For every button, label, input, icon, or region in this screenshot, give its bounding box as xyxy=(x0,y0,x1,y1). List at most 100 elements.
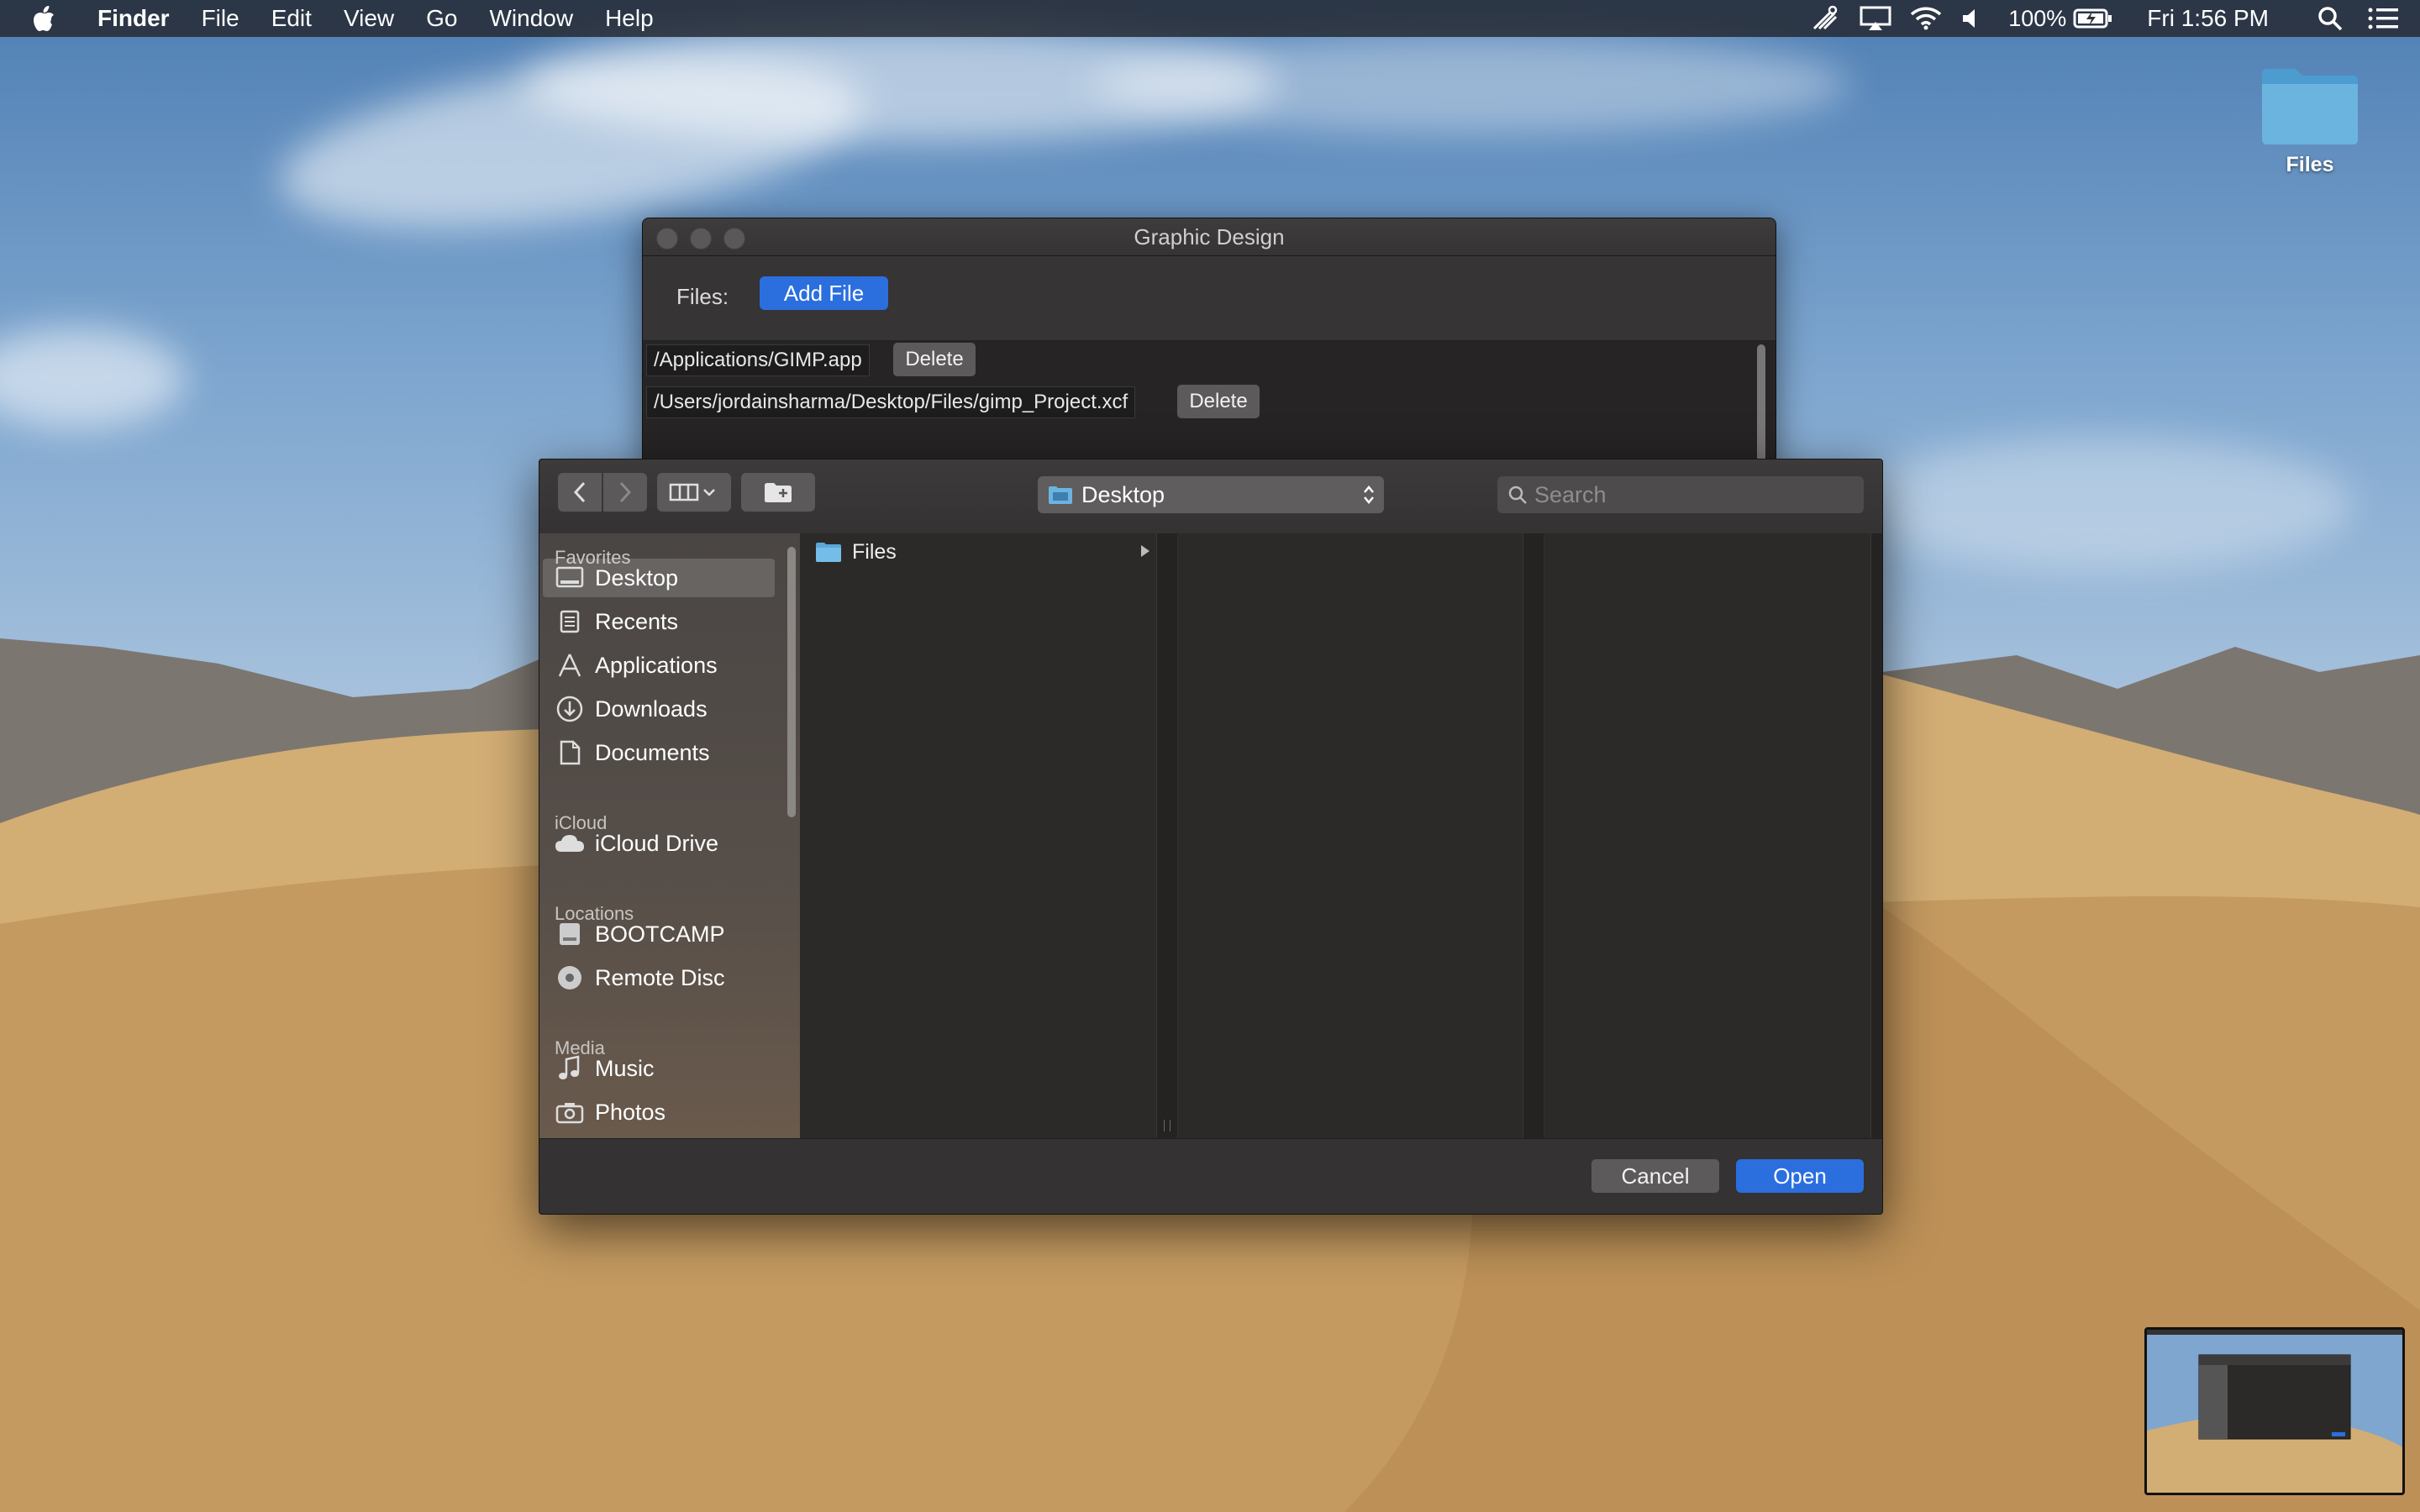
sidebar-scroll-thumb[interactable] xyxy=(787,547,796,817)
sync-status-icon[interactable] xyxy=(1808,5,1842,32)
sidebar-item-remote-disc[interactable]: Remote Disc xyxy=(543,958,775,997)
menu-bar: Finder File Edit View Go Window Help 100… xyxy=(0,0,2420,37)
sidebar-item-label: iCloud Drive xyxy=(595,830,719,856)
minimize-window-button[interactable] xyxy=(690,228,712,249)
volume-icon[interactable] xyxy=(1958,8,1983,29)
desktop-icon xyxy=(555,563,585,593)
window-titlebar: Graphic Design xyxy=(643,218,1776,256)
files-label: Files: xyxy=(676,284,729,309)
sidebar-item-downloads[interactable]: Downloads xyxy=(543,690,775,728)
spotlight-search-icon[interactable] xyxy=(2317,6,2343,31)
column-divider xyxy=(1871,533,1882,1138)
sidebar-item-photos[interactable]: Photos xyxy=(543,1093,775,1131)
downloads-icon xyxy=(555,694,585,724)
column-item-label: Files xyxy=(852,539,897,564)
open-file-dialog: Desktop Favorites Desktop Recents Applic… xyxy=(539,459,1883,1215)
desktop-folder-icon xyxy=(1048,485,1073,505)
cloud-icon xyxy=(555,828,585,858)
sidebar-item-label: BOOTCAMP xyxy=(595,921,725,947)
sidebar-item-applications[interactable]: Applications xyxy=(543,646,775,685)
new-folder-button[interactable] xyxy=(741,473,815,512)
sidebar-item-label: Remote Disc xyxy=(595,964,725,990)
resize-grip-icon xyxy=(1164,1120,1171,1131)
thumbnail-preview-image xyxy=(2147,1330,2402,1493)
sidebar-item-label: Documents xyxy=(595,739,710,765)
dialog-sidebar: Favorites Desktop Recents Applications D… xyxy=(539,533,800,1138)
camera-icon xyxy=(555,1097,585,1127)
apple-menu-icon[interactable] xyxy=(34,6,55,31)
search-field[interactable] xyxy=(1497,476,1864,513)
cancel-button[interactable]: Cancel xyxy=(1591,1159,1719,1193)
sidebar-item-label: Downloads xyxy=(595,696,708,722)
sidebar-item-label: Music xyxy=(595,1055,655,1081)
zoom-window-button[interactable] xyxy=(723,228,745,249)
location-popup[interactable]: Desktop xyxy=(1038,476,1384,513)
disclosure-arrow-icon xyxy=(1139,543,1151,559)
column-resize-handle[interactable] xyxy=(1157,533,1177,1138)
column-divider xyxy=(1523,533,1544,1138)
sidebar-item-label: Applications xyxy=(595,652,718,678)
column-item-files[interactable]: Files xyxy=(807,535,1151,569)
browser-column-3[interactable] xyxy=(1544,533,1871,1138)
disc-icon xyxy=(555,963,585,993)
graphic-design-window: Graphic Design Files: Add File /Applicat… xyxy=(642,218,1776,471)
menu-view[interactable]: View xyxy=(344,5,394,32)
folder-icon xyxy=(2259,66,2361,146)
sidebar-scrollbar[interactable] xyxy=(782,540,799,1138)
sidebar-item-bootcamp[interactable]: BOOTCAMP xyxy=(543,915,775,953)
sidebar-item-label: Recents xyxy=(595,608,679,634)
file-list: /Applications/GIMP.app Delete /Users/jor… xyxy=(643,341,1776,470)
menu-app-name[interactable]: Finder xyxy=(97,5,170,32)
screenshot-thumbnail[interactable] xyxy=(2144,1327,2405,1495)
file-list-scrollbar[interactable] xyxy=(1757,344,1765,470)
sidebar-item-desktop[interactable]: Desktop xyxy=(543,559,775,597)
new-folder-icon xyxy=(765,483,792,502)
dialog-toolbar: Desktop xyxy=(539,459,1882,534)
sidebar-item-icloud-drive[interactable]: iCloud Drive xyxy=(543,824,775,863)
close-window-button[interactable] xyxy=(656,228,678,249)
columns-view-icon xyxy=(669,483,715,501)
files-toolbar: Files: Add File xyxy=(643,256,1776,341)
menu-clock[interactable]: Fri 1:56 PM xyxy=(2147,5,2269,32)
airplay-icon[interactable] xyxy=(1859,6,1892,31)
sidebar-item-recents[interactable]: Recents xyxy=(543,602,775,641)
up-down-chevron-icon xyxy=(1362,484,1376,506)
add-file-button[interactable]: Add File xyxy=(760,276,888,310)
dialog-footer: Cancel Open xyxy=(539,1138,1882,1214)
sidebar-item-documents[interactable]: Documents xyxy=(543,733,775,772)
music-icon xyxy=(555,1053,585,1084)
menu-window[interactable]: Window xyxy=(489,5,573,32)
folder-icon xyxy=(815,541,842,563)
documents-icon xyxy=(555,738,585,768)
browser-column-2[interactable] xyxy=(1178,533,1523,1138)
sidebar-item-label: Desktop xyxy=(595,564,679,591)
sidebar-item-label: Photos xyxy=(595,1099,666,1125)
chevron-left-icon xyxy=(573,481,586,503)
menu-edit[interactable]: Edit xyxy=(271,5,312,32)
open-button[interactable]: Open xyxy=(1736,1159,1864,1193)
file-path: /Applications/GIMP.app xyxy=(646,344,870,376)
search-icon xyxy=(1507,485,1528,505)
wifi-icon[interactable] xyxy=(1909,7,1943,30)
forward-button[interactable] xyxy=(603,473,647,512)
delete-button[interactable]: Delete xyxy=(893,343,976,376)
chevron-right-icon xyxy=(619,481,632,503)
applications-icon xyxy=(555,650,585,680)
sidebar-item-music[interactable]: Music xyxy=(543,1049,775,1088)
battery-percent: 100% xyxy=(2008,5,2067,31)
menu-help[interactable]: Help xyxy=(605,5,654,32)
desktop-icon-files[interactable]: Files xyxy=(2254,59,2366,177)
file-path: /Users/jordainsharma/Desktop/Files/gimp_… xyxy=(646,386,1136,418)
delete-button[interactable]: Delete xyxy=(1177,385,1260,418)
search-input[interactable] xyxy=(1533,480,1855,509)
back-button[interactable] xyxy=(558,473,602,512)
battery-charging-icon[interactable] xyxy=(2073,8,2113,29)
notification-center-icon[interactable] xyxy=(2368,8,2398,29)
window-title: Graphic Design xyxy=(1134,224,1285,249)
view-mode-button[interactable] xyxy=(657,473,731,512)
menu-file[interactable]: File xyxy=(202,5,239,32)
browser-column-1[interactable] xyxy=(800,533,1157,1138)
recents-icon xyxy=(555,606,585,637)
location-popup-label: Desktop xyxy=(1081,481,1165,507)
menu-go[interactable]: Go xyxy=(426,5,457,32)
